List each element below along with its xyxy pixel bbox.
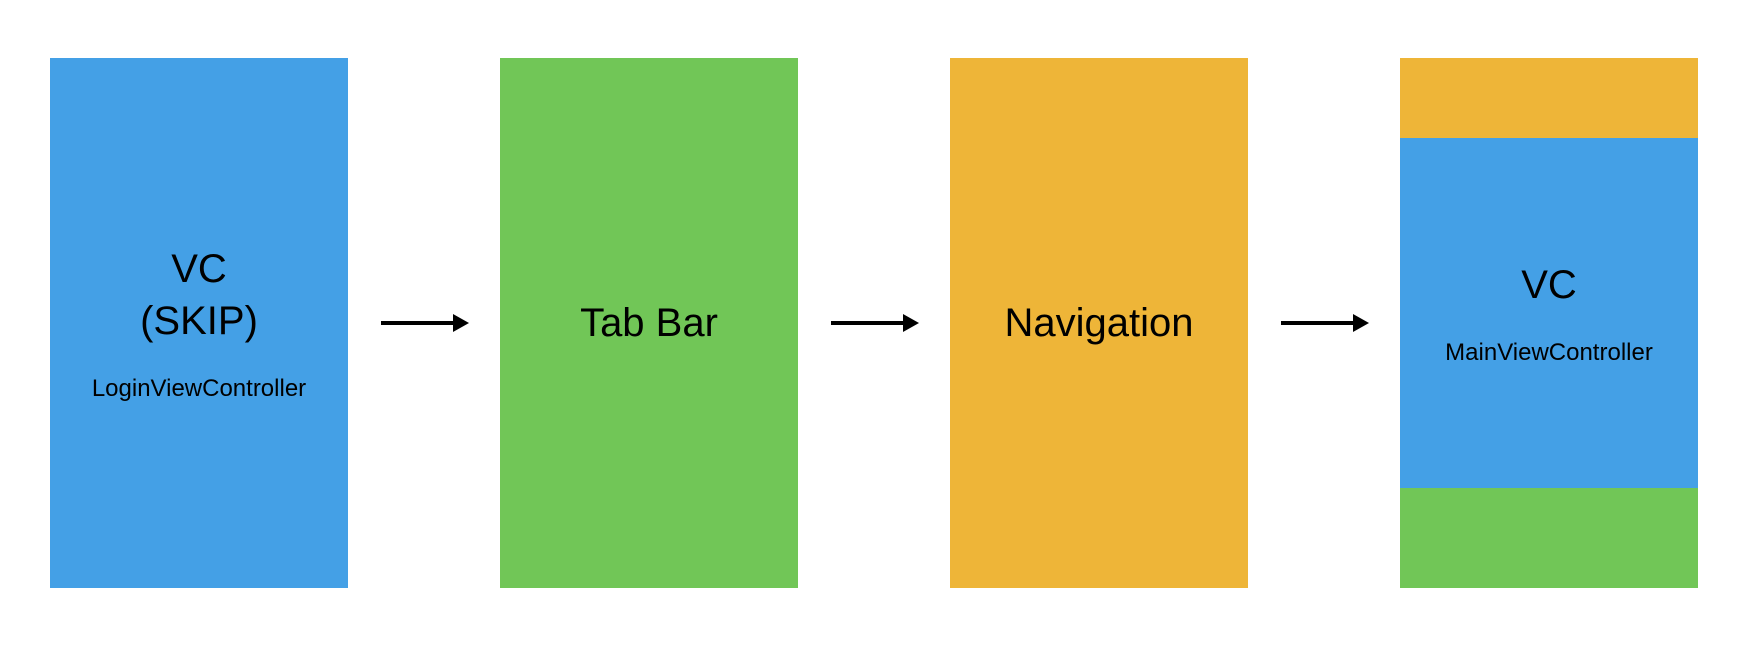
tabbar-region	[1400, 488, 1698, 588]
main-content-region: VC MainViewController	[1400, 138, 1698, 488]
main-title: VC	[1521, 259, 1577, 311]
main-subtitle: MainViewController	[1445, 339, 1653, 367]
navbar-region	[1400, 58, 1698, 138]
arrow-icon	[1279, 308, 1369, 338]
navigation-box: Navigation	[950, 58, 1248, 588]
main-vc-stacked-box: VC MainViewController	[1400, 58, 1698, 588]
login-vc-box: VC (SKIP) LoginViewController	[50, 58, 348, 588]
navigation-title: Navigation	[1004, 297, 1193, 349]
tabbar-title: Tab Bar	[580, 297, 718, 349]
login-title-line1: VC	[171, 243, 227, 295]
login-subtitle: LoginViewController	[92, 375, 306, 403]
tabbar-box: Tab Bar	[500, 58, 798, 588]
arrow-icon	[829, 308, 919, 338]
arrow-icon	[379, 308, 469, 338]
flow-diagram: VC (SKIP) LoginViewController Tab Bar Na…	[50, 58, 1698, 588]
login-title-line2: (SKIP)	[140, 295, 258, 347]
